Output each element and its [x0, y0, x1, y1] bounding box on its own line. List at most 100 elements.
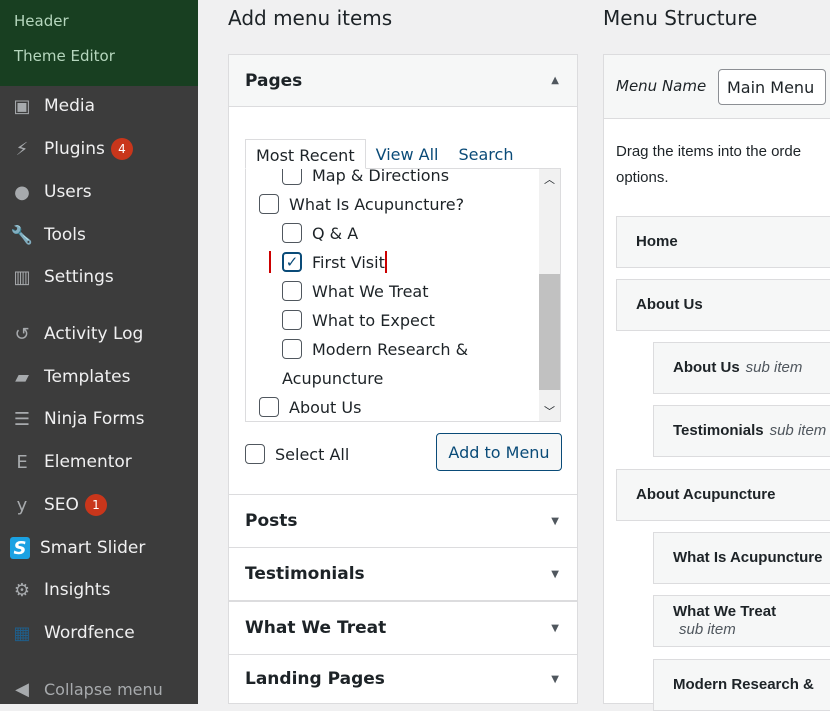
page-list-item[interactable]: ✓ First Visit: [282, 250, 385, 274]
checkbox[interactable]: [282, 310, 302, 330]
menu-instructions: Drag the items into the orde options.: [616, 139, 828, 191]
menu-item[interactable]: What Is Acupuncture: [653, 532, 830, 584]
scrollbar-thumb[interactable]: [539, 274, 560, 390]
accordion-what-we-treat[interactable]: What We Treat ▼: [229, 601, 577, 655]
accordion-posts[interactable]: Posts ▼: [229, 494, 577, 548]
checkbox[interactable]: [282, 281, 302, 301]
section-title: Posts: [245, 511, 298, 531]
tab-most-recent[interactable]: Most Recent: [245, 139, 366, 169]
scrollbar[interactable]: ︿ ﹀: [539, 169, 560, 421]
accordion-testimonials[interactable]: Testimonials ▼: [229, 547, 577, 601]
sidebar-item-ninja-forms[interactable]: ☰ Ninja Forms: [0, 399, 198, 439]
pages-accordion-header[interactable]: Pages ▲: [229, 55, 577, 107]
checkbox[interactable]: [282, 339, 302, 359]
menu-item[interactable]: Home: [616, 216, 830, 268]
sidebar-item-smart-slider[interactable]: S Smart Slider: [0, 528, 198, 568]
menu-item-title: About Us: [673, 359, 740, 376]
page-label: What Is Acupuncture?: [289, 194, 465, 214]
yoast-icon: y: [16, 494, 28, 516]
menu-name-bar: Menu Name: [604, 55, 830, 119]
tab-search[interactable]: Search: [448, 139, 523, 169]
instructions-line-1: Drag the items into the orde: [616, 143, 802, 160]
form-icon: ☰: [13, 408, 31, 430]
sidebar-item-label: Insights: [44, 580, 111, 600]
sidebar-item-label: Smart Slider: [40, 538, 146, 558]
scroll-down-icon[interactable]: ﹀: [539, 403, 560, 419]
add-menu-items-title: Add menu items: [228, 6, 393, 30]
collapse-label: Collapse menu: [44, 679, 163, 699]
history-icon: ↺: [14, 323, 30, 345]
pages-checklist: Map & Directions What Is Acupuncture? Q & …: [245, 168, 561, 422]
select-all-checkbox[interactable]: Select All: [245, 442, 349, 466]
sidebar-item-seo[interactable]: y SEO 1: [0, 485, 198, 525]
sidebar-item-label: Activity Log: [44, 324, 144, 344]
collapse-menu-button[interactable]: ◀ Collapse menu: [0, 669, 198, 709]
page-list-item[interactable]: What We Treat: [282, 279, 429, 303]
page-list-item[interactable]: About Us: [259, 395, 361, 419]
sidebar-item-insights[interactable]: ⚙ Insights: [0, 570, 198, 610]
menu-item-title: Modern Research &: [673, 676, 814, 693]
sidebar-item-elementor[interactable]: Ε Elementor: [0, 442, 198, 482]
caret-up-icon: ▲: [551, 75, 559, 86]
menu-item[interactable]: Testimonials sub item: [653, 405, 830, 457]
page-list-item[interactable]: What Is Acupuncture?: [259, 192, 464, 216]
sidebar-item-label: Media: [44, 96, 96, 116]
page-label: What to Expect: [312, 310, 435, 330]
menu-item-title: Home: [636, 233, 678, 250]
checkbox[interactable]: [259, 397, 279, 417]
menu-name-input[interactable]: [718, 69, 826, 105]
page-label: Map & Directions: [312, 168, 450, 185]
scroll-up-icon[interactable]: ︿: [539, 171, 560, 187]
sidebar-item-users[interactable]: ● Users: [0, 172, 198, 212]
tab-view-all[interactable]: View All: [366, 139, 449, 169]
checkbox[interactable]: [259, 194, 279, 214]
page-list-item[interactable]: Q & A: [282, 221, 358, 245]
sidebar-item-plugins[interactable]: ⚡ Plugins 4: [0, 129, 198, 169]
sidebar-item-activity-log[interactable]: ↺ Activity Log: [0, 314, 198, 354]
menu-name-label: Menu Name: [616, 77, 707, 95]
instructions-line-2: options.: [616, 169, 669, 186]
page-list-item[interactable]: What to Expect: [282, 308, 435, 332]
update-count-badge: 4: [110, 138, 133, 160]
plugin-icon: ⚡: [15, 138, 29, 160]
submenu-theme-editor[interactable]: Theme Editor: [14, 47, 115, 65]
submenu-header[interactable]: Header: [14, 12, 69, 30]
section-title: Testimonials: [245, 564, 365, 584]
checkbox[interactable]: [245, 444, 265, 464]
highlight-marker: [269, 251, 271, 273]
menu-item-type: sub item: [679, 621, 736, 638]
sidebar-item-label: Plugins: [44, 139, 105, 159]
menu-item[interactable]: About Acupuncture: [616, 469, 830, 521]
page-list-item[interactable]: Modern Research &: [282, 337, 468, 361]
menu-item[interactable]: What We Treat sub item: [653, 595, 830, 647]
wrench-icon: 🔧: [10, 224, 34, 246]
checkbox[interactable]: ✓: [282, 252, 302, 272]
accordion-landing-pages[interactable]: Landing Pages ▼: [229, 654, 577, 704]
menu-item-type: sub item: [745, 359, 803, 376]
page-label: First Visit: [312, 252, 385, 272]
caret-down-icon: ▼: [551, 673, 559, 685]
highlight-marker: [385, 251, 387, 273]
menu-item[interactable]: Modern Research &: [653, 659, 830, 711]
caret-down-icon: ▼: [551, 568, 559, 580]
add-to-menu-button[interactable]: Add to Menu: [436, 433, 562, 471]
menu-item[interactable]: About Us: [616, 279, 830, 331]
caret-down-icon: ▼: [551, 622, 559, 634]
sidebar-item-settings[interactable]: ▥ Settings: [0, 257, 198, 297]
sidebar-item-templates[interactable]: ▰ Templates: [0, 357, 198, 397]
sidebar-item-wordfence[interactable]: ▦ Wordfence: [0, 613, 198, 653]
sidebar-item-label: Ninja Forms: [44, 409, 145, 429]
page-list-item[interactable]: Acupuncture: [282, 366, 383, 390]
sidebar-item-label: Tools: [44, 225, 86, 245]
menu-item-title: What We Treat: [673, 603, 777, 620]
settings-icon: ▥: [13, 266, 31, 288]
update-count-badge: 1: [84, 494, 107, 516]
checkbox[interactable]: [282, 169, 302, 185]
sidebar-item-tools[interactable]: 🔧 Tools: [0, 215, 198, 255]
menu-item[interactable]: About Us sub item: [653, 342, 830, 394]
menu-item-title: Testimonials: [673, 422, 764, 439]
menu-structure-title: Menu Structure: [603, 6, 758, 30]
checkbox[interactable]: [282, 223, 302, 243]
page-list-item[interactable]: Map & Directions: [282, 168, 450, 187]
sidebar-item-media[interactable]: ▣ Media: [0, 86, 198, 126]
